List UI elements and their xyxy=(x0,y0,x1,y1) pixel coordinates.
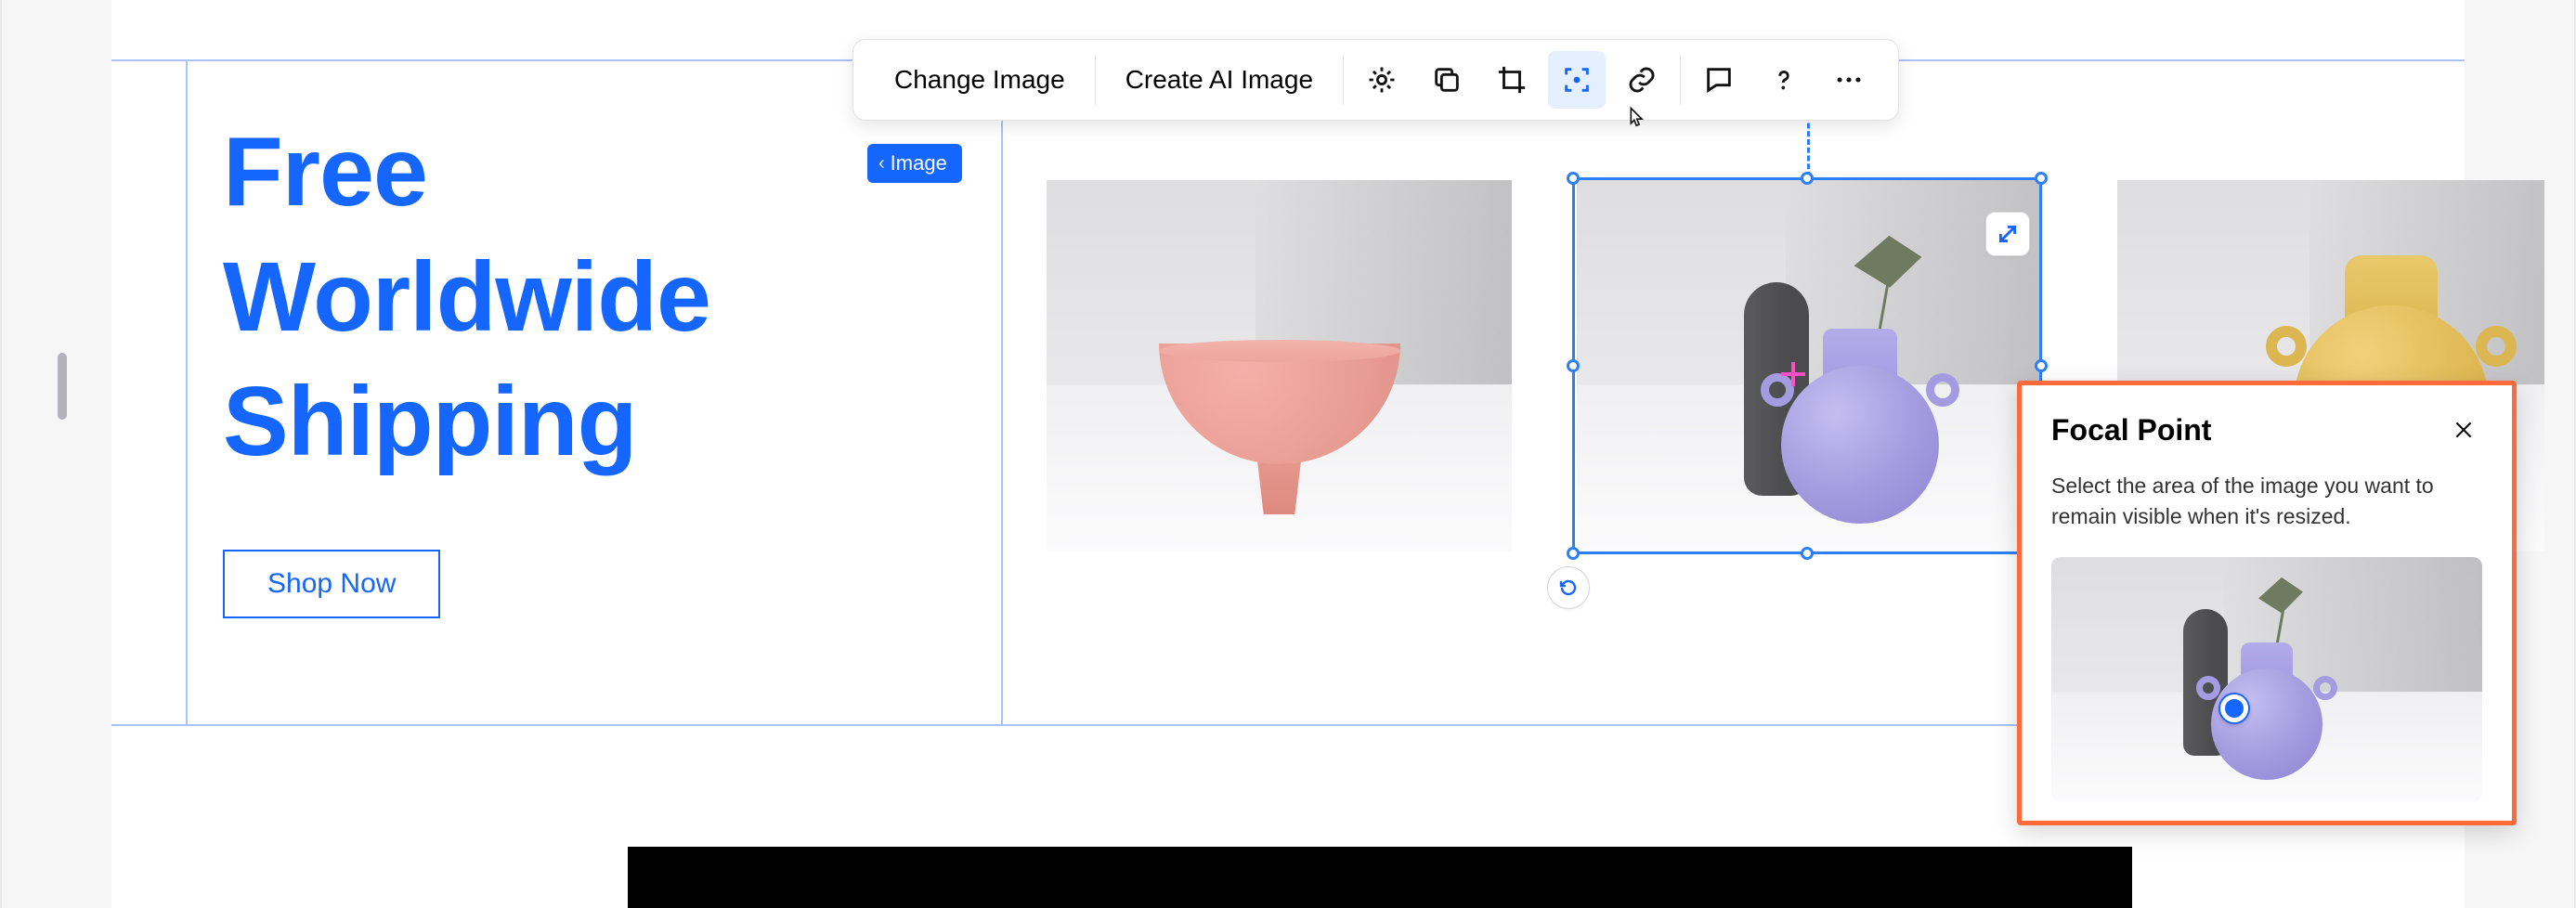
shop-now-button[interactable]: Shop Now xyxy=(223,550,440,618)
focal-point-popover: Focal Point Select the area of the image… xyxy=(2017,381,2517,825)
breadcrumb-label: Image xyxy=(891,151,947,175)
focal-point-icon xyxy=(1561,64,1593,96)
comment-button[interactable] xyxy=(1690,51,1748,109)
element-breadcrumb[interactable]: ‹ Image xyxy=(867,144,962,183)
guide-line-vertical-2 xyxy=(1001,59,1003,724)
popover-description: Select the area of the image you want to… xyxy=(2051,471,2482,533)
focal-point-dot[interactable] xyxy=(2220,694,2248,722)
gallery-image-2-selected[interactable] xyxy=(1577,180,2042,551)
crop-icon xyxy=(1496,64,1528,96)
promo-line-2: Worldwide xyxy=(223,242,710,352)
help-button[interactable] xyxy=(1755,51,1813,109)
link-icon xyxy=(1626,64,1658,96)
close-icon xyxy=(2452,418,2476,442)
bottom-bar xyxy=(628,847,2132,908)
duplicate-button[interactable] xyxy=(1418,51,1476,109)
promo-line-3: Shipping xyxy=(223,367,636,476)
promo-section: Free Worldwide Shipping Shop Now xyxy=(223,110,910,618)
focal-point-button[interactable] xyxy=(1548,51,1606,109)
undo-rotate-icon xyxy=(1557,577,1580,599)
guide-line-vertical-1 xyxy=(186,59,188,724)
more-icon xyxy=(1833,64,1865,96)
promo-line-1: Free xyxy=(223,117,427,227)
crop-button[interactable] xyxy=(1483,51,1541,109)
focal-point-preview[interactable] xyxy=(2051,557,2482,802)
canvas-area[interactable]: Free Worldwide Shipping Shop Now ‹ Image xyxy=(111,0,2465,908)
expand-image-button[interactable] xyxy=(1985,212,2030,256)
popover-close-button[interactable] xyxy=(2445,411,2482,448)
help-icon xyxy=(1768,64,1800,96)
expand-icon xyxy=(1996,222,2020,246)
promo-headline: Free Worldwide Shipping xyxy=(223,110,910,485)
chevron-left-icon: ‹ xyxy=(878,153,885,175)
more-button[interactable] xyxy=(1820,51,1878,109)
change-image-button[interactable]: Change Image xyxy=(870,52,1089,108)
settings-button[interactable] xyxy=(1353,51,1411,109)
comment-icon xyxy=(1703,64,1735,96)
reset-rotation-button[interactable] xyxy=(1547,566,1590,609)
image-toolbar: Change Image Create AI Image xyxy=(852,39,1899,121)
carousel-prev-handle[interactable] xyxy=(58,353,67,420)
link-button[interactable] xyxy=(1613,51,1671,109)
popover-title: Focal Point xyxy=(2051,413,2211,448)
gear-icon xyxy=(1366,64,1398,96)
create-ai-image-button[interactable]: Create AI Image xyxy=(1101,52,1337,108)
gallery-image-1[interactable] xyxy=(1047,180,1512,551)
duplicate-icon xyxy=(1431,64,1463,96)
